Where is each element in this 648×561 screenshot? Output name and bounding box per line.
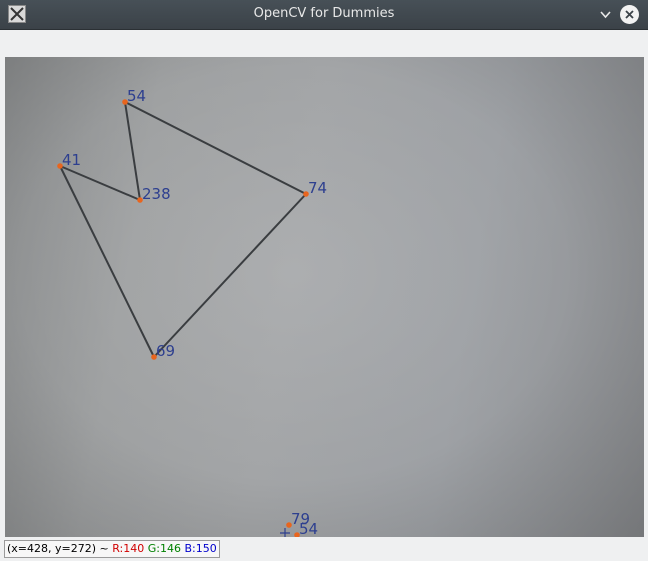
- status-green: G:146: [147, 542, 181, 555]
- edge-line: [124, 101, 141, 201]
- status-blue: B:150: [184, 542, 217, 555]
- edge-line: [153, 193, 307, 358]
- camera-frame[interactable]: 54 41 238 74 69 79 54: [5, 57, 644, 537]
- marker-label: 74: [308, 179, 327, 197]
- window-title: OpenCV for Dummies: [253, 6, 395, 21]
- close-icon[interactable]: [620, 5, 639, 24]
- edge-line: [59, 165, 141, 201]
- marker-label: 54: [299, 520, 318, 537]
- status-red: R:140: [112, 542, 145, 555]
- window-toolbar-area: [0, 30, 648, 56]
- marker-label: 41: [62, 151, 81, 169]
- chevron-down-icon[interactable]: [596, 5, 615, 24]
- edge-line: [124, 101, 307, 195]
- status-coords: (x=428, y=272) ~: [7, 542, 109, 555]
- crosshair-icon: [280, 528, 290, 537]
- marker-label: 238: [142, 185, 171, 203]
- window-titlebar[interactable]: OpenCV for Dummies: [0, 0, 648, 30]
- marker-label: 69: [156, 342, 175, 360]
- marker-label: 54: [127, 87, 146, 105]
- pixel-status-bar: (x=428, y=272) ~ R:140 G:146 B:150: [4, 540, 220, 558]
- annotation-overlay: 5441238 74697954: [57, 87, 327, 537]
